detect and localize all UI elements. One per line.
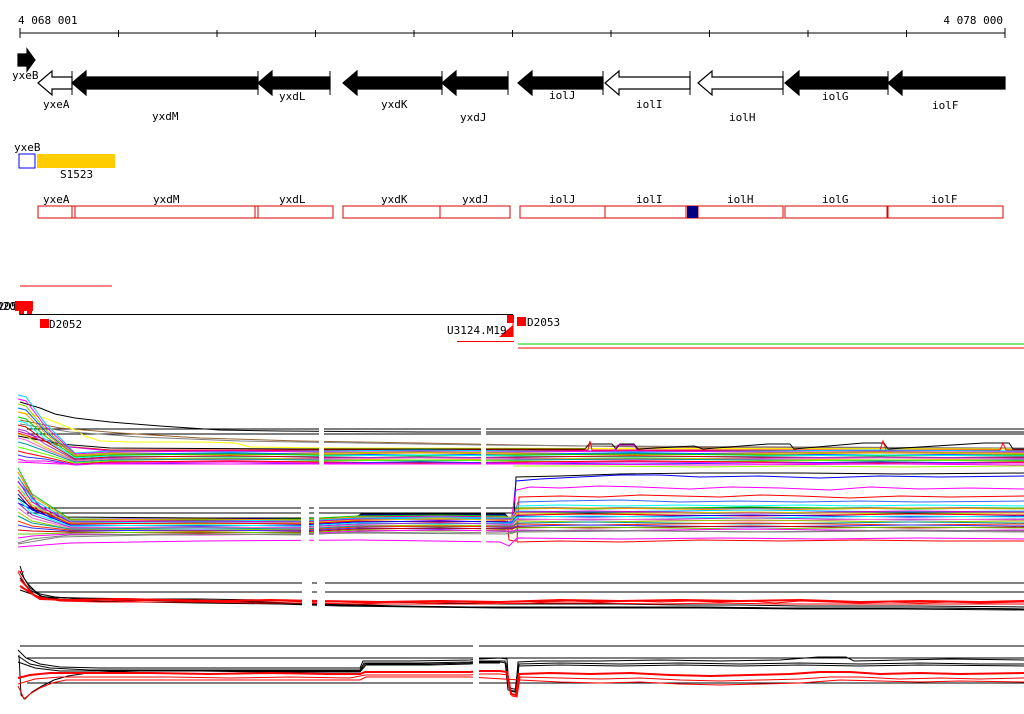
profile-line-panel-4 <box>17 676 1024 700</box>
profile-line-panel-2 <box>17 485 1024 525</box>
gene-label-iolF: iolF <box>932 99 959 112</box>
gene-arrow-yxdM[interactable] <box>71 69 259 97</box>
probe-box-D2053[interactable] <box>517 317 526 326</box>
clone-gold-box[interactable] <box>37 154 115 168</box>
gene-arrow-yxeA[interactable] <box>37 69 73 97</box>
profile-line-panel-2 <box>17 537 1024 548</box>
operon-label-yxdJ: yxdJ <box>462 193 489 206</box>
operon-label-iolJ: iolJ <box>549 193 576 206</box>
gene-label-yxdK: yxdK <box>381 98 408 111</box>
operon-label-iolF: iolF <box>931 193 958 206</box>
gene-label-yxdL: yxdL <box>279 90 306 103</box>
gene-arrow-iolF[interactable] <box>887 69 1006 97</box>
operon-box[interactable] <box>887 205 1004 219</box>
gene-label-iolI: iolI <box>636 98 663 111</box>
gene-label-iolH: iolH <box>729 111 756 124</box>
gene-label-yxdJ: yxdJ <box>460 111 487 124</box>
profile-gap-panel-2 <box>481 468 486 552</box>
gene-arrow-yxdJ[interactable] <box>441 69 509 97</box>
operon-label-yxeA: yxeA <box>43 193 70 206</box>
probe-label-D2052: D2052 <box>49 318 82 331</box>
profile-line-panel-3 <box>17 571 1024 604</box>
operon-label-iolG: iolG <box>822 193 849 206</box>
operon-navy-box[interactable] <box>687 206 698 218</box>
gene-label-yxeB: yxeB <box>12 69 39 82</box>
clone-track-label: yxeB <box>14 141 41 154</box>
probe-box-D2052[interactable] <box>40 319 49 328</box>
profile-line-panel-1 <box>19 401 1024 433</box>
genome-browser-canvas: yxeA yxdM yxdL yxdK yxdJ iolJ iolI iolH iolG iolF… <box>0 28 1024 703</box>
gene-label-yxdM: yxdM <box>152 110 179 123</box>
probe-label-D2053: D2053 <box>527 316 560 329</box>
profile-gap-panel-1 <box>319 391 324 468</box>
gene-label-yxeA: yxeA <box>43 98 70 111</box>
profile-gap-panel-3 <box>302 562 312 618</box>
operon-label-yxdK: yxdK <box>381 193 408 206</box>
operon-label-iolI: iolI <box>636 193 663 206</box>
gene-arrow-yxdK[interactable] <box>342 69 443 97</box>
profile-gap-panel-3 <box>317 562 325 618</box>
profile-gap-panel-1 <box>481 391 486 468</box>
profile-line-panel-3 <box>19 585 1024 604</box>
gene-label-iolG: iolG <box>822 90 849 103</box>
clone-gold-label: S1523 <box>60 168 93 181</box>
red-flag-marker[interactable] <box>15 301 33 311</box>
profile-line-panel-3 <box>17 570 25 573</box>
gene-arrow-yxeB[interactable] <box>17 47 36 73</box>
profile-gap-panel-4 <box>473 641 479 703</box>
clone-name-label: U3124.M19 <box>447 324 507 337</box>
gene-arrow-iolI[interactable] <box>604 69 691 97</box>
operon-label-yxdM: yxdM <box>153 193 180 206</box>
profile-line-panel-1 <box>17 394 1024 454</box>
operon-box[interactable] <box>519 205 784 219</box>
gene-label-iolJ: iolJ <box>549 89 576 102</box>
clone-blue-box[interactable] <box>18 153 36 169</box>
gene-arrow-iolH[interactable] <box>697 69 784 97</box>
operon-label-yxdL: yxdL <box>279 193 306 206</box>
profile-gap-panel-2 <box>314 468 319 552</box>
profile-line-panel-1 <box>513 465 1024 468</box>
operon-label-iolH: iolH <box>727 193 754 206</box>
operon-box[interactable] <box>37 205 334 219</box>
profile-gap-panel-2 <box>301 468 309 552</box>
genome-browser: 4 068 001 4 078 000 yxeA yxdM yxdL yxdK yxdJ… <box>0 0 1024 714</box>
operon-box[interactable] <box>784 205 888 219</box>
profile-line-panel-4 <box>17 673 1024 698</box>
profile-line-panel-2 <box>516 539 1024 543</box>
operon-box[interactable] <box>342 205 511 219</box>
